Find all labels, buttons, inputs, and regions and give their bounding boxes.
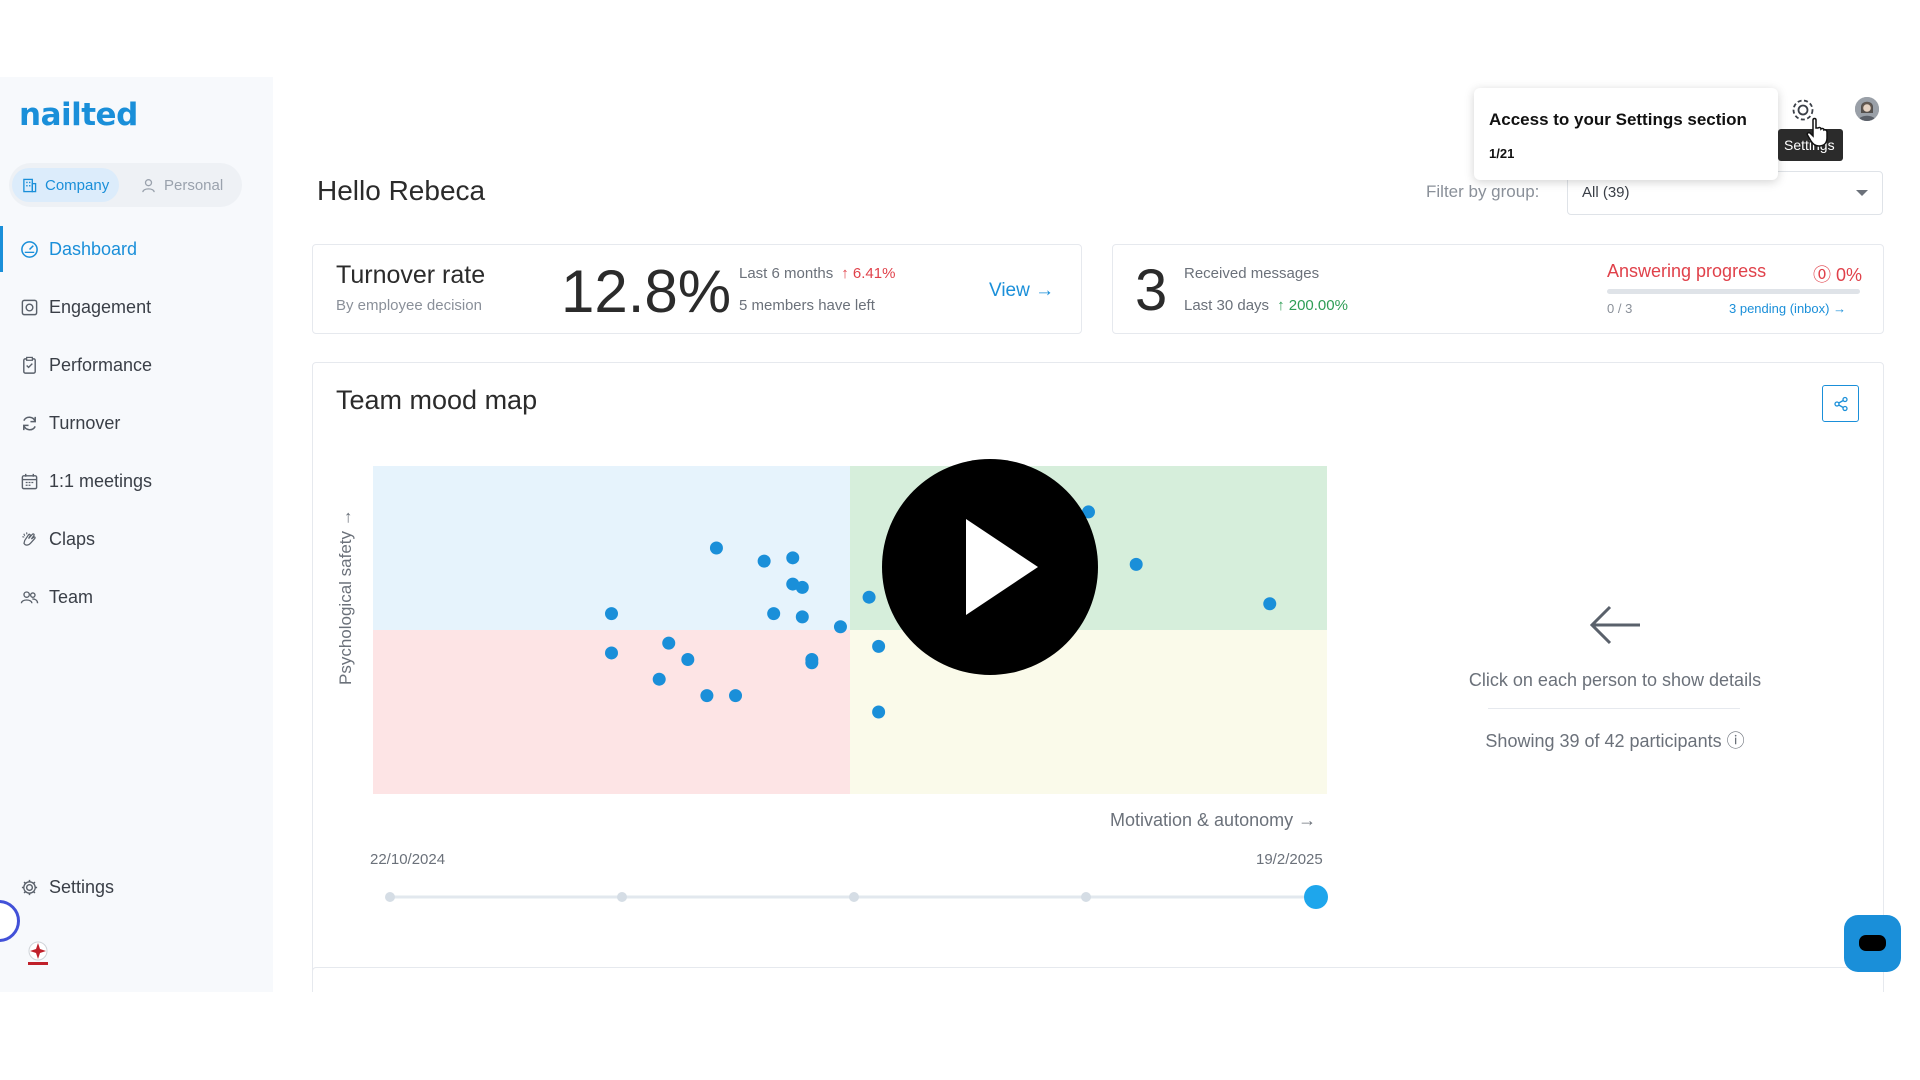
mood-point[interactable]: [795, 610, 809, 624]
details-hint: Click on each person to show details: [1468, 670, 1762, 690]
chat-bubble-icon: [1859, 935, 1886, 951]
timeline-end-date: 19/2/2025: [1256, 851, 1323, 868]
mood-point[interactable]: [1263, 597, 1277, 611]
mood-point[interactable]: [833, 620, 847, 634]
timeline-step[interactable]: [385, 892, 395, 902]
mood-point[interactable]: [605, 646, 618, 660]
arrow-left-icon: [1589, 605, 1640, 645]
app-window: nailted Company Personal Dashboard Engag…: [0, 77, 1920, 992]
hand-cursor-icon: [1806, 117, 1828, 147]
mood-point[interactable]: [700, 689, 714, 703]
user-avatar[interactable]: [1855, 97, 1879, 121]
timeline-step[interactable]: [1081, 892, 1091, 902]
y-axis-label: Psychological safety →: [336, 509, 355, 685]
tour-step: 1/21: [1489, 146, 1515, 161]
tour-title: Access to your Settings section: [1489, 110, 1747, 129]
mood-point[interactable]: [681, 653, 695, 667]
play-icon: [966, 519, 1038, 615]
timeline-step[interactable]: [849, 892, 859, 902]
avatar-photo-icon: [1855, 97, 1879, 121]
next-section-card: [312, 967, 1884, 992]
mood-point[interactable]: [786, 551, 800, 565]
video-play-button[interactable]: [882, 459, 1098, 675]
quadrant-bottom-right: [850, 630, 1327, 794]
mood-point[interactable]: [709, 541, 723, 555]
mood-point[interactable]: [605, 607, 618, 621]
timeline-start-date: 22/10/2024: [370, 851, 446, 868]
details-divider: [1488, 708, 1740, 709]
mood-point[interactable]: [729, 689, 743, 703]
x-axis-label: Motivation & autonomy →: [1110, 810, 1317, 830]
mood-point[interactable]: [862, 590, 876, 604]
chat-button[interactable]: [1844, 915, 1901, 972]
mood-point[interactable]: [662, 636, 676, 650]
tour-tooltip[interactable]: Access to your Settings section 1/21: [1474, 88, 1778, 180]
timeline-handle[interactable]: [1304, 885, 1328, 909]
mood-point[interactable]: [757, 554, 771, 568]
participants-count: Showing 39 of 42 participants ⓘ: [1485, 731, 1745, 751]
quadrant-top-left: [373, 466, 850, 630]
mood-point[interactable]: [795, 580, 809, 594]
mood-point[interactable]: [767, 607, 781, 621]
mood-point[interactable]: [1129, 557, 1143, 571]
timeline-step[interactable]: [617, 892, 627, 902]
mood-point[interactable]: [652, 672, 666, 686]
mood-point[interactable]: [872, 639, 886, 653]
mood-point[interactable]: [872, 705, 886, 719]
mood-point[interactable]: [805, 656, 819, 670]
